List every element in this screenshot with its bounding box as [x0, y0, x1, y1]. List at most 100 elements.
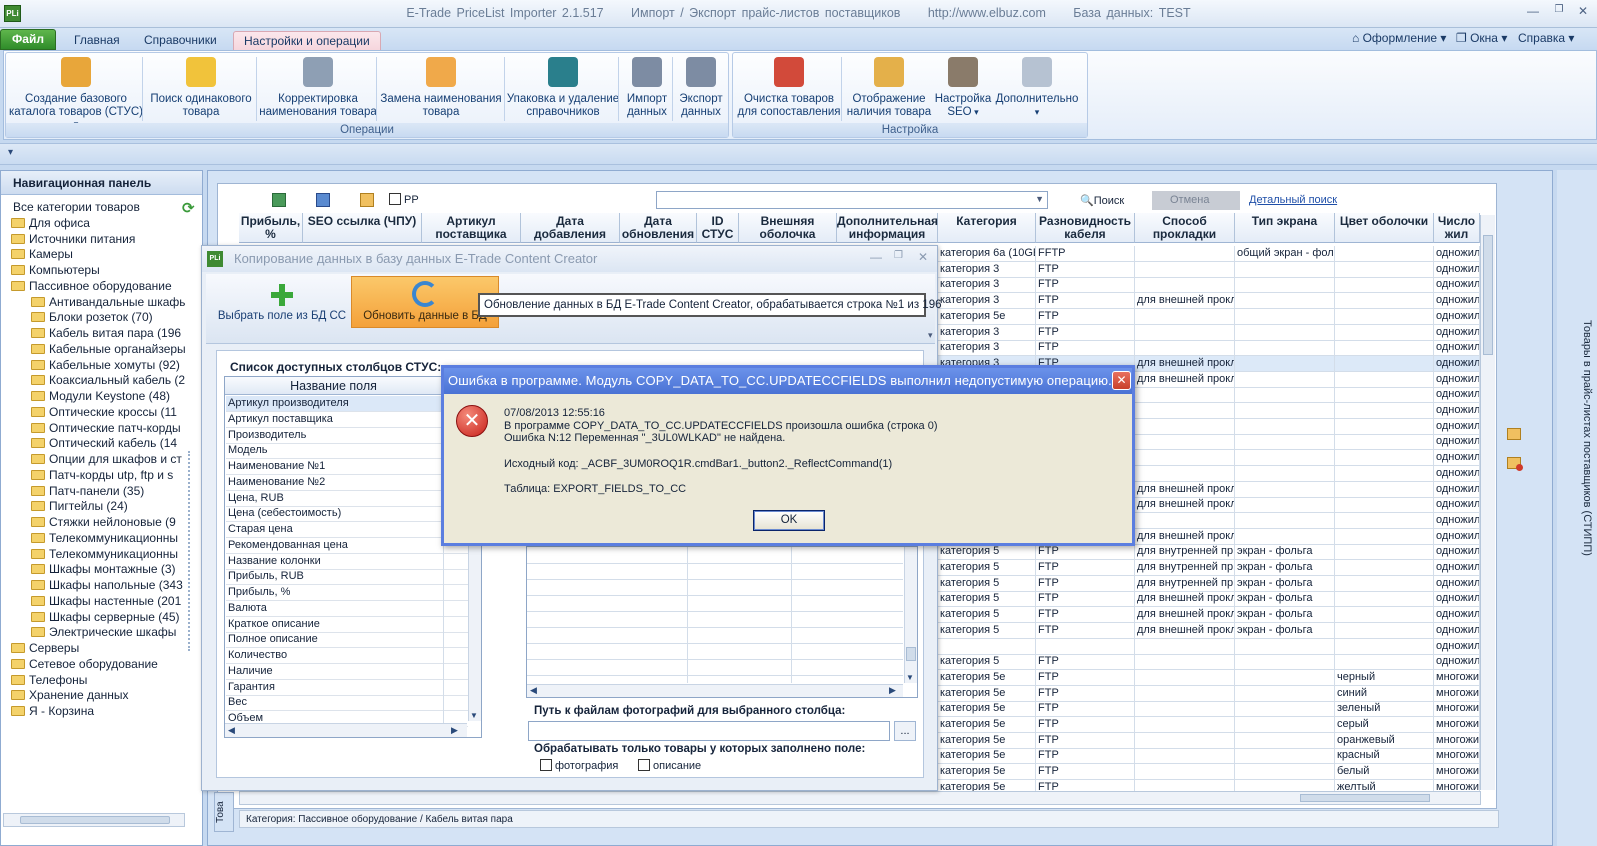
table-cell[interactable]: категория 3: [938, 261, 1036, 278]
table-cell[interactable]: [1135, 748, 1235, 765]
photo-checkbox[interactable]: фотография: [540, 759, 618, 772]
table-cell[interactable]: FTP: [1036, 622, 1135, 639]
table-cell[interactable]: для внешней прокл: [1135, 497, 1235, 514]
table-cell[interactable]: категория 5: [938, 575, 1036, 592]
tree-item[interactable]: Модули Keystone (48): [31, 388, 170, 404]
table-cell[interactable]: [1135, 717, 1235, 733]
table-cell[interactable]: одножил: [1434, 497, 1480, 514]
grid-vertical-scrollbar[interactable]: [1480, 215, 1495, 790]
table-cell[interactable]: [1235, 293, 1335, 310]
description-checkbox-box[interactable]: [638, 759, 650, 771]
tree-item[interactable]: Шкафы настенные (201: [31, 593, 181, 609]
table-cell[interactable]: [1135, 403, 1235, 419]
table-cell[interactable]: [1135, 732, 1235, 749]
excel-icon[interactable]: [272, 193, 286, 207]
tree-item[interactable]: Пигтейлы (24): [31, 498, 128, 514]
table-cell[interactable]: [1135, 465, 1235, 482]
table-cell[interactable]: [1135, 434, 1235, 451]
table-cell[interactable]: [1335, 465, 1434, 482]
table-cell[interactable]: [1335, 450, 1434, 467]
fields-scroll-left-icon[interactable]: ◀: [228, 725, 235, 736]
table-cell[interactable]: [1335, 497, 1434, 514]
tree-item[interactable]: Телекоммуникационны: [31, 546, 178, 562]
table-cell[interactable]: категория 5: [938, 622, 1036, 639]
table-cell[interactable]: [1235, 654, 1335, 671]
column-header[interactable]: Цвет оболочки: [1335, 213, 1434, 243]
table-cell[interactable]: категория 5: [938, 607, 1036, 624]
folder-delete-icon[interactable]: [1507, 457, 1523, 471]
ops-button-4[interactable]: Упаковка и удаление справочников: [506, 57, 620, 118]
table-cell[interactable]: категория 3: [938, 340, 1036, 357]
mapping-grid[interactable]: ▼ ◀ ▶: [526, 546, 918, 698]
table-cell[interactable]: [1235, 701, 1335, 718]
table-cell[interactable]: для внешней прокл: [1135, 371, 1235, 388]
field-list-item[interactable]: Вес: [226, 695, 468, 712]
table-cell[interactable]: одножил: [1434, 434, 1480, 451]
field-list-item[interactable]: Количество: [226, 648, 468, 664]
table-cell[interactable]: одножил: [1434, 308, 1480, 325]
table-cell[interactable]: [1335, 638, 1434, 655]
cancel-button[interactable]: Отмена: [1152, 191, 1240, 210]
field-list-item[interactable]: Наличие: [226, 664, 468, 680]
table-cell[interactable]: одножил: [1434, 355, 1480, 372]
close-icon[interactable]: ✕: [1574, 4, 1592, 20]
dialog-restore-icon[interactable]: ❐: [894, 250, 903, 261]
search-button[interactable]: 🔍Поиск: [1080, 194, 1124, 207]
field-list-item[interactable]: Наименование №1: [226, 459, 468, 475]
mapping-vertical-scrollbar[interactable]: ▼: [904, 547, 917, 683]
field-list-item[interactable]: Прибыль, %: [226, 585, 468, 601]
table-cell[interactable]: [1335, 277, 1434, 294]
table-cell[interactable]: многожил: [1434, 748, 1480, 765]
update-data-button[interactable]: Обновить данные в БД: [351, 276, 499, 328]
table-cell[interactable]: [1335, 418, 1434, 435]
table-cell[interactable]: категория 5е: [938, 308, 1036, 325]
tree-item[interactable]: Сетевое оборудование: [11, 656, 158, 672]
tree-item[interactable]: Оптические кроссы (11: [31, 404, 177, 420]
column-header[interactable]: SEO ссылка (ЧПУ): [303, 213, 422, 243]
table-cell[interactable]: общий экран - фоль: [1235, 246, 1335, 262]
table-cell[interactable]: одножил: [1434, 607, 1480, 624]
column-header[interactable]: Прибыль,%: [239, 213, 303, 243]
ops-button-0[interactable]: Создание базового каталога товаров (СТУС)…: [6, 57, 146, 131]
table-cell[interactable]: [1335, 261, 1434, 278]
table-cell[interactable]: черный: [1335, 669, 1434, 686]
tree-item[interactable]: Серверы: [11, 640, 79, 656]
table-cell[interactable]: одножил: [1434, 591, 1480, 608]
table-cell[interactable]: категория 5: [938, 560, 1036, 576]
field-list-item[interactable]: Наименование №2: [226, 475, 468, 491]
table-cell[interactable]: многожил: [1434, 717, 1480, 733]
tree-item[interactable]: Блоки розеток (70): [31, 309, 153, 325]
table-cell[interactable]: многожил: [1434, 669, 1480, 686]
tab-settings-operations[interactable]: Настройки и операции: [233, 31, 381, 50]
table-cell[interactable]: [938, 638, 1036, 655]
tab-references[interactable]: Справочники: [134, 31, 227, 50]
table-cell[interactable]: для внешней прокл: [1135, 607, 1235, 624]
mapping-scroll-right-icon[interactable]: ▶: [889, 685, 896, 696]
table-cell[interactable]: категория 5е: [938, 732, 1036, 749]
table-cell[interactable]: [1335, 308, 1434, 325]
table-cell[interactable]: одножил: [1434, 261, 1480, 278]
table-cell[interactable]: [1335, 512, 1434, 529]
table-cell[interactable]: [1335, 371, 1434, 388]
table-cell[interactable]: [1335, 324, 1434, 341]
table-cell[interactable]: одножил: [1434, 387, 1480, 404]
table-cell[interactable]: для внутренней пр: [1135, 560, 1235, 576]
fields-horizontal-scrollbar[interactable]: ◀ ▶: [225, 723, 467, 737]
table-cell[interactable]: многожил: [1434, 685, 1480, 702]
error-close-icon[interactable]: ✕: [1112, 371, 1131, 390]
table-cell[interactable]: красный: [1335, 748, 1434, 765]
table-cell[interactable]: [1335, 591, 1434, 608]
table-cell[interactable]: FTP: [1036, 293, 1135, 310]
table-cell[interactable]: [1235, 403, 1335, 419]
table-cell[interactable]: одножил: [1434, 450, 1480, 467]
tree-item[interactable]: Для офиса: [11, 215, 90, 231]
mapping-scroll-left-icon[interactable]: ◀: [530, 685, 537, 696]
column-header[interactable]: Дата обновления: [620, 213, 697, 243]
table-cell[interactable]: для внешней прокл: [1135, 622, 1235, 639]
table-cell[interactable]: [1235, 355, 1335, 372]
table-cell[interactable]: FTP: [1036, 560, 1135, 576]
tree-item[interactable]: Компьютеры: [11, 262, 100, 278]
table-cell[interactable]: FTP: [1036, 575, 1135, 592]
ops-button-6[interactable]: Экспорт данных: [674, 57, 728, 118]
toolbar-overflow-icon[interactable]: ▾: [928, 330, 933, 341]
